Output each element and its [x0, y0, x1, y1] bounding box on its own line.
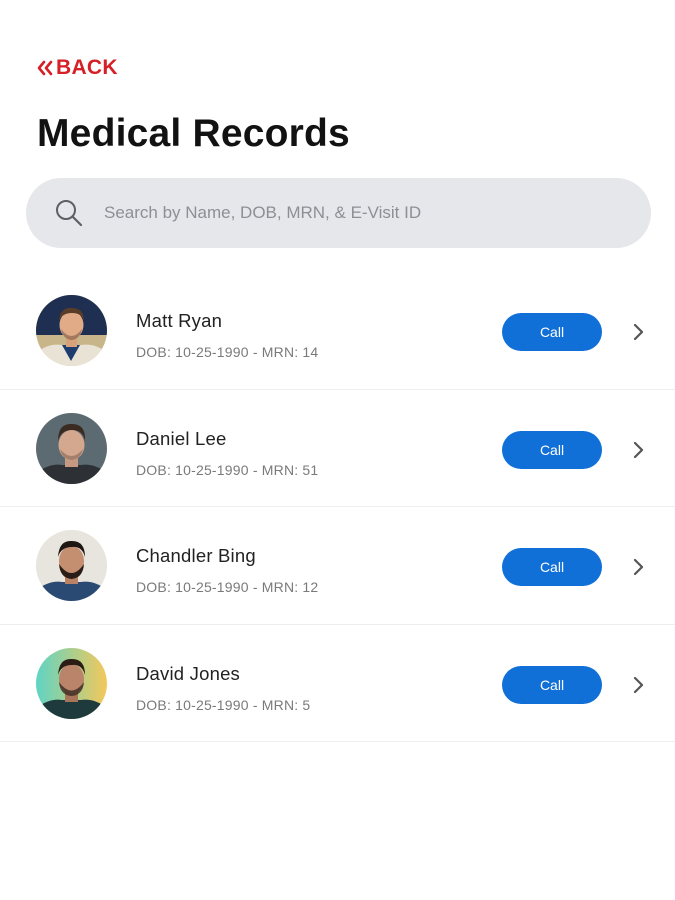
patient-info: Matt Ryan DOB: 10-25-1990 - MRN: 14 [136, 310, 318, 360]
call-button[interactable]: Call [502, 548, 602, 586]
patient-row[interactable]: Chandler Bing DOB: 10-25-1990 - MRN: 12 … [0, 507, 675, 625]
search-input[interactable] [104, 203, 604, 223]
avatar-image [36, 412, 107, 484]
patient-info: Chandler Bing DOB: 10-25-1990 - MRN: 12 [136, 545, 318, 595]
avatar [36, 295, 107, 366]
patient-name: Chandler Bing [136, 545, 256, 566]
patient-row[interactable]: Daniel Lee DOB: 10-25-1990 - MRN: 51 Cal… [0, 390, 675, 507]
back-button[interactable]: BACK [36, 56, 118, 80]
chevron-right-icon[interactable] [632, 440, 646, 460]
patient-row[interactable]: Matt Ryan DOB: 10-25-1990 - MRN: 14 Call [0, 272, 675, 390]
double-chevron-left-icon [37, 60, 53, 76]
search-bar[interactable] [26, 178, 651, 248]
patient-name: Daniel Lee [136, 427, 227, 449]
chevron-right-icon[interactable] [632, 557, 646, 577]
chevron-right-icon[interactable] [632, 675, 646, 695]
back-label: BACK [56, 56, 118, 79]
patient-name: David Jones [136, 662, 241, 684]
medical-records-screen: BACK Medical Records Search by Name, DOB… [0, 0, 675, 900]
avatar [36, 412, 107, 484]
patient-meta: DOB: 10-25-1990 - MRN: 51 [136, 461, 319, 478]
call-button[interactable]: Call [502, 665, 602, 704]
avatar-image [36, 647, 107, 719]
avatar-image [36, 530, 107, 601]
patient-list: Matt Ryan DOB: 10-25-1990 - MRN: 14 Call [0, 272, 675, 742]
avatar-image [36, 295, 107, 366]
patient-name: Matt Ryan [136, 310, 223, 331]
page-title: Medical Records [37, 112, 350, 155]
patient-info: Daniel Lee DOB: 10-25-1990 - MRN: 51 [136, 428, 318, 478]
patient-meta: DOB: 10-25-1990 - MRN: 5 [136, 696, 311, 713]
search-icon [56, 200, 83, 227]
call-button[interactable]: Call [502, 313, 602, 351]
patient-row[interactable]: David Jones DOB: 10-25-1990 - MRN: 5 Cal… [0, 625, 675, 742]
chevron-right-icon[interactable] [632, 322, 646, 342]
patient-info: David Jones DOB: 10-25-1990 - MRN: 5 [136, 663, 310, 713]
avatar [36, 530, 107, 601]
patient-meta: DOB: 10-25-1990 - MRN: 12 [136, 579, 319, 595]
patient-meta: DOB: 10-25-1990 - MRN: 14 [136, 344, 319, 360]
avatar [36, 647, 107, 719]
call-button[interactable]: Call [502, 430, 602, 469]
